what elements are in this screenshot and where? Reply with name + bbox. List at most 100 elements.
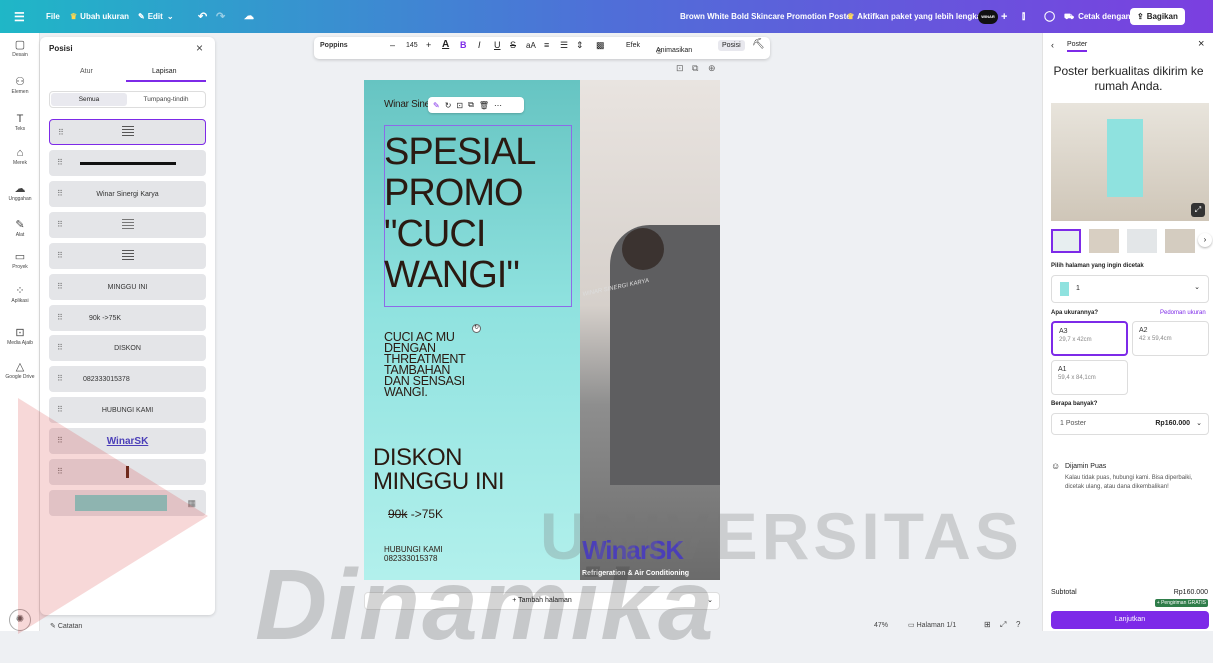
layer-row[interactable]: ⠿ [49, 119, 206, 145]
drag-handle-icon[interactable]: ⠿ [57, 282, 63, 291]
rail-text[interactable]: T Teks [0, 113, 40, 132]
underline-icon[interactable]: U [494, 40, 501, 50]
drag-handle-icon[interactable]: ⠿ [57, 467, 63, 476]
add-page-button[interactable]: + Tambah halaman ⌄ [364, 592, 720, 610]
rail-uploads[interactable]: ☁ Unggahan [0, 183, 40, 202]
layer-row[interactable]: ⠿ 082333015378 [49, 366, 206, 392]
rotate-icon[interactable]: ↻ [445, 101, 452, 110]
rail-google-drive[interactable]: △ Google Drive [0, 361, 40, 380]
drag-handle-icon[interactable]: ⠿ [58, 128, 64, 137]
size-option-a2[interactable]: A2 42 x 59,4cm [1132, 321, 1209, 356]
pages-button[interactable]: ▭ Halaman 1/1 [908, 621, 956, 629]
layer-row[interactable]: ⠿ MINGGU INI [49, 274, 206, 300]
file-menu[interactable]: File [46, 0, 60, 33]
thumb-living[interactable] [1165, 229, 1195, 253]
undo-icon[interactable]: ↶ [198, 0, 207, 33]
fullscreen-icon[interactable]: ⤢ [1000, 620, 1006, 630]
analytics-icon[interactable]: ⫾ [1022, 0, 1025, 33]
transparency-icon[interactable]: ▩ [596, 40, 605, 51]
thumb-wall[interactable] [1127, 229, 1157, 253]
grid-view-icon[interactable]: ⊞ [984, 620, 991, 629]
layer-row[interactable]: ⠿ 90k ->75K [49, 305, 206, 331]
lock-icon[interactable]: ⊡ [456, 101, 463, 110]
copy-icon[interactable]: ⧉ [468, 100, 474, 110]
rail-projects[interactable]: ▭ Proyek [0, 251, 40, 270]
layer-row[interactable]: ⠿ [49, 212, 206, 238]
rotate-handle-icon[interactable]: ↻ [472, 324, 481, 333]
position-button[interactable]: Posisi [718, 40, 745, 51]
drag-handle-icon[interactable]: ⠿ [57, 313, 63, 322]
size-option-a3[interactable]: A3 29,7 x 42cm [1051, 321, 1128, 356]
rail-elements[interactable]: ⚇ Elemen [0, 76, 40, 95]
poster-canvas[interactable]: WINAR SINERGI KARYA Winar Sinergi Karya … [364, 80, 720, 580]
layer-row[interactable]: ⠿ Winar Sinergi Karya [49, 181, 206, 207]
quantity-select[interactable]: 1 Poster Rp160.000 ⌄ [1051, 413, 1209, 435]
drag-handle-icon[interactable]: ⠿ [57, 374, 63, 383]
help-icon[interactable]: ? [1016, 620, 1020, 629]
strikethrough-icon[interactable]: S [510, 40, 516, 50]
magic-assistant-icon[interactable]: ✺ [9, 609, 31, 631]
avatar[interactable]: WINAR + [978, 0, 1007, 33]
tab-arrange[interactable]: Atur [80, 68, 93, 75]
share-button[interactable]: ⇪ Bagikan [1130, 8, 1185, 25]
discount-text[interactable]: DISKON MINGGU INI [373, 446, 505, 494]
paint-format-icon[interactable]: ⛏ [752, 39, 765, 50]
upgrade-link[interactable]: ♛ Aktifkan paket yang lebih lengkap [847, 0, 986, 33]
layer-row[interactable]: ⠿ [49, 459, 206, 485]
redo-icon[interactable]: ↷ [216, 0, 225, 33]
text-color-icon[interactable]: A [442, 39, 449, 50]
magic-write-icon[interactable]: ✎ [433, 101, 440, 110]
rail-draw[interactable]: ✎ Alat [0, 219, 40, 238]
close-icon[interactable]: × [1198, 38, 1204, 50]
case-icon[interactable]: aA [526, 41, 536, 50]
layer-row[interactable]: ⠿ DISKON [49, 335, 206, 361]
back-icon[interactable]: ‹ [1051, 40, 1054, 50]
filter-overlap[interactable]: Tumpang-tindih [128, 93, 204, 106]
drag-handle-icon[interactable]: ⠿ [57, 220, 63, 229]
add-page-icon[interactable]: ⊕ [708, 63, 716, 74]
notes-button[interactable]: ✎ Catatan [50, 622, 82, 630]
filter-all[interactable]: Semua [51, 93, 127, 106]
page-select[interactable]: 1 ⌄ [1051, 275, 1209, 303]
expand-icon[interactable]: ⤢ [1191, 203, 1205, 217]
layer-row[interactable]: ▦ [49, 490, 206, 516]
font-select[interactable]: Poppins [320, 42, 348, 49]
rail-apps[interactable]: ⁘ Aplikasi [0, 285, 40, 304]
increase-size-button[interactable]: + [426, 40, 431, 50]
body-text[interactable]: CUCI AC MU DENGAN THREATMENT TAMBAHAN DAN SE… [384, 331, 466, 399]
trash-icon[interactable]: 🗑 [479, 101, 489, 110]
italic-icon[interactable]: I [478, 40, 481, 50]
logo[interactable]: WinarSK [582, 535, 684, 566]
decrease-size-button[interactable]: – [390, 40, 395, 50]
lock-icon[interactable]: ⊡ [676, 63, 684, 74]
align-icon[interactable]: ≡ [544, 40, 549, 50]
layer-row[interactable]: ⠿ WinarSK [49, 428, 206, 454]
contact-text[interactable]: HUBUNGI KAMI 082333015378 [384, 545, 443, 563]
chevron-right-icon[interactable]: › [1198, 233, 1212, 247]
rail-brand[interactable]: ⌂ Merek [0, 147, 40, 166]
size-option-a1[interactable]: A1 59,4 x 84,1cm [1051, 360, 1128, 395]
drag-handle-icon[interactable]: ⠿ [57, 436, 63, 445]
effects-button[interactable]: Efek [626, 42, 640, 49]
drag-handle-icon[interactable]: ⠿ [57, 405, 63, 414]
font-size-input[interactable]: 145 [406, 42, 418, 49]
drag-handle-icon[interactable]: ⠿ [57, 189, 63, 198]
thumb-room[interactable] [1089, 229, 1119, 253]
drag-handle-icon[interactable]: ⠿ [57, 343, 63, 352]
rail-magic-media[interactable]: ⊡ Media Ajaib [0, 327, 40, 346]
list-icon[interactable]: ☰ [560, 40, 568, 51]
tab-poster[interactable]: Poster [1067, 41, 1088, 52]
rail-design[interactable]: ▢ Desain [0, 39, 40, 58]
menu-icon[interactable]: ☰ [14, 0, 25, 33]
close-icon[interactable]: × [196, 41, 203, 55]
layer-row[interactable]: ⠿ [49, 243, 206, 269]
more-icon[interactable]: ⋯ [494, 101, 502, 110]
thumb-front[interactable] [1051, 229, 1081, 253]
resize-button[interactable]: ♛ Ubah ukuran [70, 0, 129, 33]
size-guide-link[interactable]: Pedoman ukuran [1160, 310, 1206, 316]
price-text[interactable]: 90k ->75K [388, 507, 443, 521]
spacing-icon[interactable]: ⇕ [576, 40, 584, 51]
zoom-level[interactable]: 47% [874, 622, 888, 629]
layer-row[interactable]: ⠿ [49, 150, 206, 176]
duplicate-page-icon[interactable]: ⧉ [692, 63, 698, 74]
